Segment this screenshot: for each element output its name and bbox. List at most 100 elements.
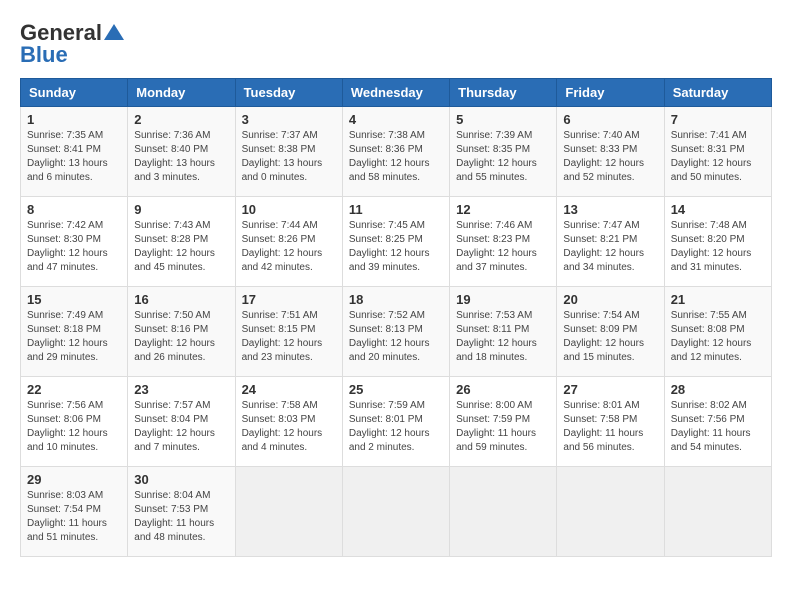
calendar-cell: 10 Sunrise: 7:44 AM Sunset: 8:26 PM Dayl… — [235, 197, 342, 287]
cell-content: Sunrise: 7:52 AM Sunset: 8:13 PM Dayligh… — [349, 309, 443, 365]
day-number: 10 — [242, 202, 336, 217]
sunset: Sunset: 8:01 PM — [349, 414, 423, 425]
daylight: Daylight: 12 hours and 23 minutes. — [242, 338, 323, 363]
logo-icon — [104, 24, 124, 40]
day-number: 1 — [27, 112, 121, 127]
cell-content: Sunrise: 7:58 AM Sunset: 8:03 PM Dayligh… — [242, 399, 336, 455]
weekday-header: Monday — [128, 79, 235, 107]
sunrise: Sunrise: 7:59 AM — [349, 400, 425, 411]
day-number: 7 — [671, 112, 765, 127]
daylight: Daylight: 12 hours and 4 minutes. — [242, 428, 323, 453]
sunset: Sunset: 8:16 PM — [134, 324, 208, 335]
day-number: 23 — [134, 382, 228, 397]
day-number: 14 — [671, 202, 765, 217]
day-number: 6 — [563, 112, 657, 127]
calendar-cell: 18 Sunrise: 7:52 AM Sunset: 8:13 PM Dayl… — [342, 287, 449, 377]
calendar-week: 22 Sunrise: 7:56 AM Sunset: 8:06 PM Dayl… — [21, 377, 772, 467]
day-number: 15 — [27, 292, 121, 307]
sunrise: Sunrise: 7:39 AM — [456, 130, 532, 141]
day-number: 19 — [456, 292, 550, 307]
sunset: Sunset: 8:20 PM — [671, 234, 745, 245]
calendar-cell: 8 Sunrise: 7:42 AM Sunset: 8:30 PM Dayli… — [21, 197, 128, 287]
calendar-week: 15 Sunrise: 7:49 AM Sunset: 8:18 PM Dayl… — [21, 287, 772, 377]
day-number: 22 — [27, 382, 121, 397]
cell-content: Sunrise: 8:02 AM Sunset: 7:56 PM Dayligh… — [671, 399, 765, 455]
cell-content: Sunrise: 7:37 AM Sunset: 8:38 PM Dayligh… — [242, 129, 336, 185]
page-header: General Blue — [20, 20, 772, 68]
sunset: Sunset: 8:03 PM — [242, 414, 316, 425]
day-number: 21 — [671, 292, 765, 307]
calendar-cell: 11 Sunrise: 7:45 AM Sunset: 8:25 PM Dayl… — [342, 197, 449, 287]
daylight: Daylight: 13 hours and 6 minutes. — [27, 158, 108, 183]
cell-content: Sunrise: 8:01 AM Sunset: 7:58 PM Dayligh… — [563, 399, 657, 455]
day-number: 11 — [349, 202, 443, 217]
sunset: Sunset: 7:53 PM — [134, 504, 208, 515]
daylight: Daylight: 12 hours and 29 minutes. — [27, 338, 108, 363]
calendar-cell — [235, 467, 342, 557]
sunrise: Sunrise: 7:54 AM — [563, 310, 639, 321]
cell-content: Sunrise: 7:59 AM Sunset: 8:01 PM Dayligh… — [349, 399, 443, 455]
day-number: 9 — [134, 202, 228, 217]
calendar-cell: 28 Sunrise: 8:02 AM Sunset: 7:56 PM Dayl… — [664, 377, 771, 467]
day-number: 4 — [349, 112, 443, 127]
cell-content: Sunrise: 7:51 AM Sunset: 8:15 PM Dayligh… — [242, 309, 336, 365]
weekday-header: Thursday — [450, 79, 557, 107]
daylight: Daylight: 12 hours and 52 minutes. — [563, 158, 644, 183]
daylight: Daylight: 11 hours and 56 minutes. — [563, 428, 643, 453]
calendar-week: 8 Sunrise: 7:42 AM Sunset: 8:30 PM Dayli… — [21, 197, 772, 287]
sunrise: Sunrise: 7:55 AM — [671, 310, 747, 321]
day-number: 17 — [242, 292, 336, 307]
cell-content: Sunrise: 7:36 AM Sunset: 8:40 PM Dayligh… — [134, 129, 228, 185]
calendar-cell — [557, 467, 664, 557]
daylight: Daylight: 12 hours and 42 minutes. — [242, 248, 323, 273]
sunrise: Sunrise: 7:51 AM — [242, 310, 318, 321]
daylight: Daylight: 12 hours and 34 minutes. — [563, 248, 644, 273]
day-number: 26 — [456, 382, 550, 397]
sunset: Sunset: 8:04 PM — [134, 414, 208, 425]
sunset: Sunset: 8:28 PM — [134, 234, 208, 245]
sunset: Sunset: 8:21 PM — [563, 234, 637, 245]
sunset: Sunset: 8:13 PM — [349, 324, 423, 335]
sunrise: Sunrise: 7:38 AM — [349, 130, 425, 141]
cell-content: Sunrise: 7:46 AM Sunset: 8:23 PM Dayligh… — [456, 219, 550, 275]
calendar-cell: 15 Sunrise: 7:49 AM Sunset: 8:18 PM Dayl… — [21, 287, 128, 377]
sunset: Sunset: 8:25 PM — [349, 234, 423, 245]
sunset: Sunset: 8:40 PM — [134, 144, 208, 155]
calendar: SundayMondayTuesdayWednesdayThursdayFrid… — [20, 78, 772, 557]
calendar-cell: 25 Sunrise: 7:59 AM Sunset: 8:01 PM Dayl… — [342, 377, 449, 467]
daylight: Daylight: 12 hours and 31 minutes. — [671, 248, 752, 273]
sunrise: Sunrise: 7:58 AM — [242, 400, 318, 411]
sunset: Sunset: 8:41 PM — [27, 144, 101, 155]
cell-content: Sunrise: 7:45 AM Sunset: 8:25 PM Dayligh… — [349, 219, 443, 275]
day-number: 24 — [242, 382, 336, 397]
sunrise: Sunrise: 7:40 AM — [563, 130, 639, 141]
daylight: Daylight: 12 hours and 26 minutes. — [134, 338, 215, 363]
calendar-cell: 13 Sunrise: 7:47 AM Sunset: 8:21 PM Dayl… — [557, 197, 664, 287]
calendar-week: 1 Sunrise: 7:35 AM Sunset: 8:41 PM Dayli… — [21, 107, 772, 197]
calendar-cell: 30 Sunrise: 8:04 AM Sunset: 7:53 PM Dayl… — [128, 467, 235, 557]
calendar-cell: 7 Sunrise: 7:41 AM Sunset: 8:31 PM Dayli… — [664, 107, 771, 197]
sunrise: Sunrise: 8:00 AM — [456, 400, 532, 411]
sunset: Sunset: 8:38 PM — [242, 144, 316, 155]
sunrise: Sunrise: 7:35 AM — [27, 130, 103, 141]
daylight: Daylight: 12 hours and 10 minutes. — [27, 428, 108, 453]
cell-content: Sunrise: 7:48 AM Sunset: 8:20 PM Dayligh… — [671, 219, 765, 275]
sunset: Sunset: 8:36 PM — [349, 144, 423, 155]
daylight: Daylight: 11 hours and 51 minutes. — [27, 518, 107, 543]
calendar-cell: 5 Sunrise: 7:39 AM Sunset: 8:35 PM Dayli… — [450, 107, 557, 197]
calendar-week: 29 Sunrise: 8:03 AM Sunset: 7:54 PM Dayl… — [21, 467, 772, 557]
calendar-cell: 29 Sunrise: 8:03 AM Sunset: 7:54 PM Dayl… — [21, 467, 128, 557]
cell-content: Sunrise: 7:53 AM Sunset: 8:11 PM Dayligh… — [456, 309, 550, 365]
calendar-cell — [450, 467, 557, 557]
calendar-cell: 1 Sunrise: 7:35 AM Sunset: 8:41 PM Dayli… — [21, 107, 128, 197]
cell-content: Sunrise: 7:40 AM Sunset: 8:33 PM Dayligh… — [563, 129, 657, 185]
daylight: Daylight: 11 hours and 48 minutes. — [134, 518, 214, 543]
calendar-cell: 19 Sunrise: 7:53 AM Sunset: 8:11 PM Dayl… — [450, 287, 557, 377]
cell-content: Sunrise: 7:44 AM Sunset: 8:26 PM Dayligh… — [242, 219, 336, 275]
sunset: Sunset: 7:56 PM — [671, 414, 745, 425]
sunrise: Sunrise: 7:56 AM — [27, 400, 103, 411]
calendar-cell: 22 Sunrise: 7:56 AM Sunset: 8:06 PM Dayl… — [21, 377, 128, 467]
calendar-cell: 4 Sunrise: 7:38 AM Sunset: 8:36 PM Dayli… — [342, 107, 449, 197]
calendar-cell: 23 Sunrise: 7:57 AM Sunset: 8:04 PM Dayl… — [128, 377, 235, 467]
sunrise: Sunrise: 7:48 AM — [671, 220, 747, 231]
